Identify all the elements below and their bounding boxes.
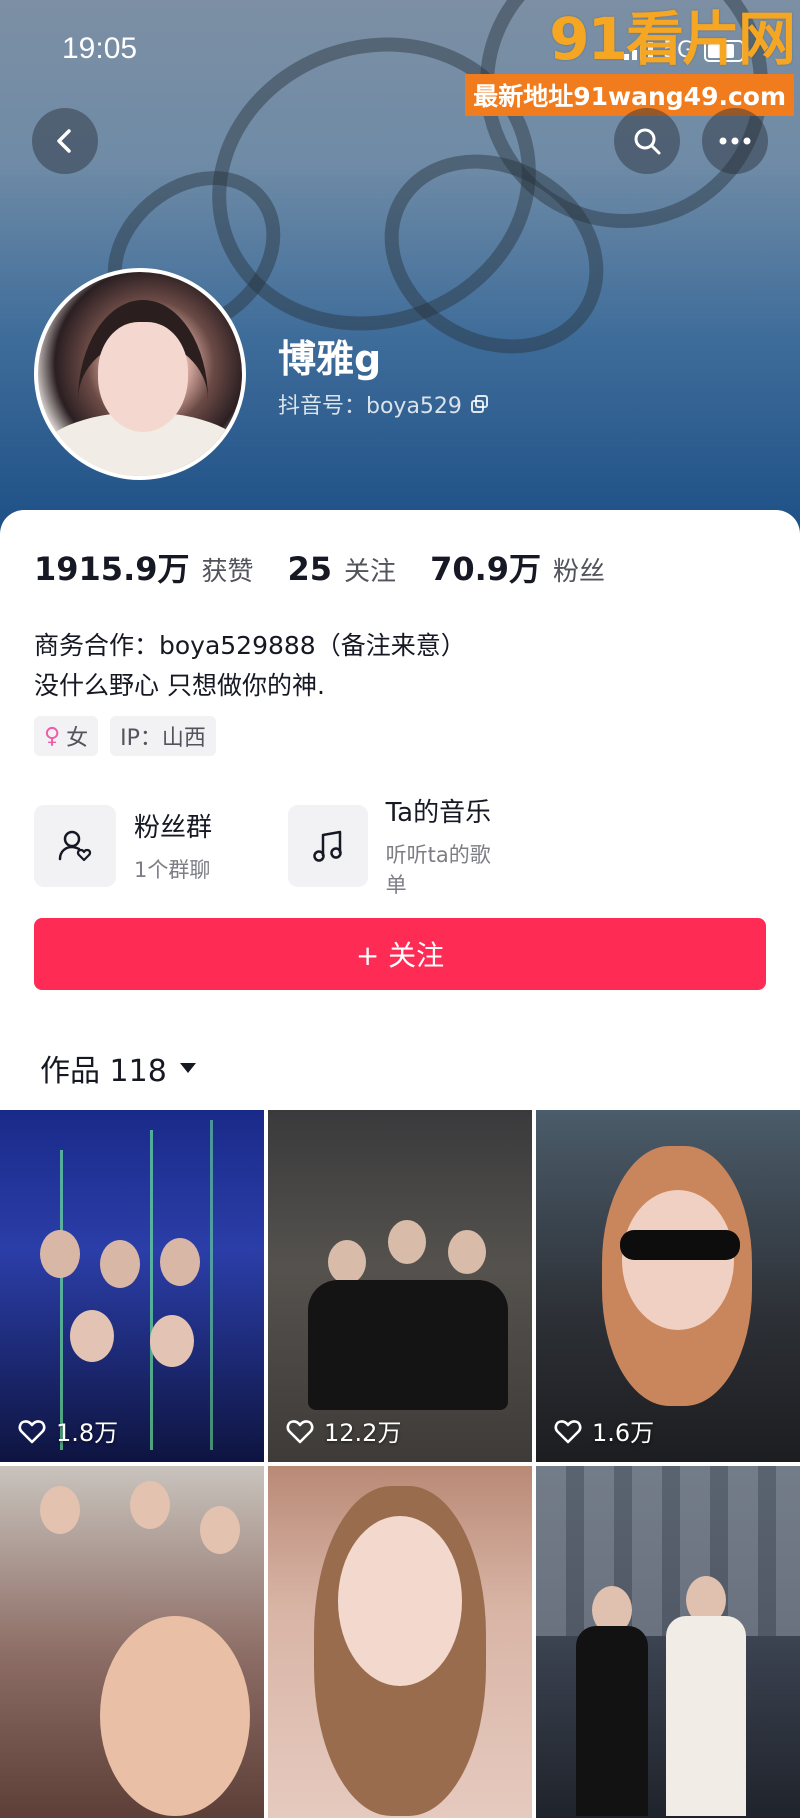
video-likes: 12.2万 [286, 1413, 401, 1448]
ip-label: IP：山西 [120, 726, 206, 751]
gender-tag: ♀ 女 [34, 716, 99, 756]
stat-likes[interactable]: 1915.9万 获赞 [34, 544, 254, 590]
status-time: 19:05 [62, 32, 138, 65]
video-likes: 1.6万 [554, 1413, 654, 1448]
tab-works[interactable]: 作品 118 [40, 1046, 197, 1090]
watermark-logo: 91看片网 [549, 5, 796, 73]
bio-line: 没什么野心 只想做你的神. [34, 671, 325, 700]
video-thumbnail[interactable]: 12.2万 [268, 1110, 532, 1462]
stat-value: 1915.9万 [34, 550, 190, 588]
stat-followers[interactable]: 70.9万 粉丝 [430, 544, 605, 590]
heart-icon [286, 1419, 314, 1443]
stat-value: 70.9万 [430, 550, 542, 588]
back-button[interactable] [32, 108, 98, 174]
female-icon: ♀ [44, 723, 61, 749]
more-button[interactable] [702, 108, 768, 174]
video-thumbnail[interactable]: 1.8万 [0, 1110, 264, 1462]
video-likes: 1.8万 [18, 1413, 118, 1448]
caret-down-icon [179, 1063, 196, 1073]
chevron-left-icon [57, 129, 71, 153]
douyin-id[interactable]: 抖音号：boya529 [278, 388, 490, 420]
heart-icon [554, 1419, 582, 1443]
more-dots-icon [719, 137, 751, 145]
profile-tags: ♀ 女 IP：山西 [34, 716, 216, 756]
search-icon [634, 128, 661, 155]
fan-group-icon [34, 804, 116, 887]
douyin-id-text: 抖音号：boya529 [278, 394, 462, 419]
gender-label: 女 [66, 726, 89, 751]
tab-works-label: 作品 118 [40, 1054, 167, 1089]
profile-card: 1915.9万 获赞 25 关注 70.9万 粉丝 商务合作：boya52988… [0, 510, 800, 1818]
bio-line: 商务合作：boya529888（备注来意） [34, 631, 466, 660]
entry-title: 粉丝群 [134, 813, 213, 843]
entry-title: Ta的音乐 [385, 798, 492, 828]
nickname: 博雅g [278, 337, 382, 381]
stat-label: 关注 [344, 557, 397, 587]
stat-label: 获赞 [201, 557, 254, 587]
video-thumbnail[interactable] [0, 1466, 264, 1818]
profile-entries: 粉丝群 1个群聊 Ta的音乐 听听ta的歌单 [34, 792, 508, 899]
video-thumbnail[interactable] [536, 1466, 800, 1818]
copy-icon [470, 395, 488, 413]
video-thumbnail[interactable]: 1.6万 [536, 1110, 800, 1462]
bio: 商务合作：boya529888（备注来意） 没什么野心 只想做你的神. [34, 626, 466, 706]
music-entry[interactable]: Ta的音乐 听听ta的歌单 [288, 792, 508, 899]
stat-following[interactable]: 25 关注 [288, 550, 397, 588]
watermark: 91看片网 最新地址91wang49.com [465, 5, 796, 116]
stat-label: 粉丝 [553, 557, 606, 587]
ip-tag: IP：山西 [110, 716, 216, 756]
heart-icon [18, 1419, 46, 1443]
music-note-icon [288, 804, 368, 887]
stats-row: 1915.9万 获赞 25 关注 70.9万 粉丝 [34, 544, 605, 590]
entry-subtitle: 1个群聊 [134, 858, 211, 882]
entry-subtitle: 听听ta的歌单 [385, 843, 491, 897]
follow-button[interactable]: + 关注 [34, 918, 766, 990]
search-button[interactable] [614, 108, 680, 174]
avatar[interactable] [34, 268, 246, 480]
video-thumbnail[interactable] [268, 1466, 532, 1818]
stat-value: 25 [287, 550, 333, 588]
fan-group-entry[interactable]: 粉丝群 1个群聊 [34, 792, 254, 899]
video-grid: 1.8万 12.2万 1.6万 [0, 1110, 800, 1818]
